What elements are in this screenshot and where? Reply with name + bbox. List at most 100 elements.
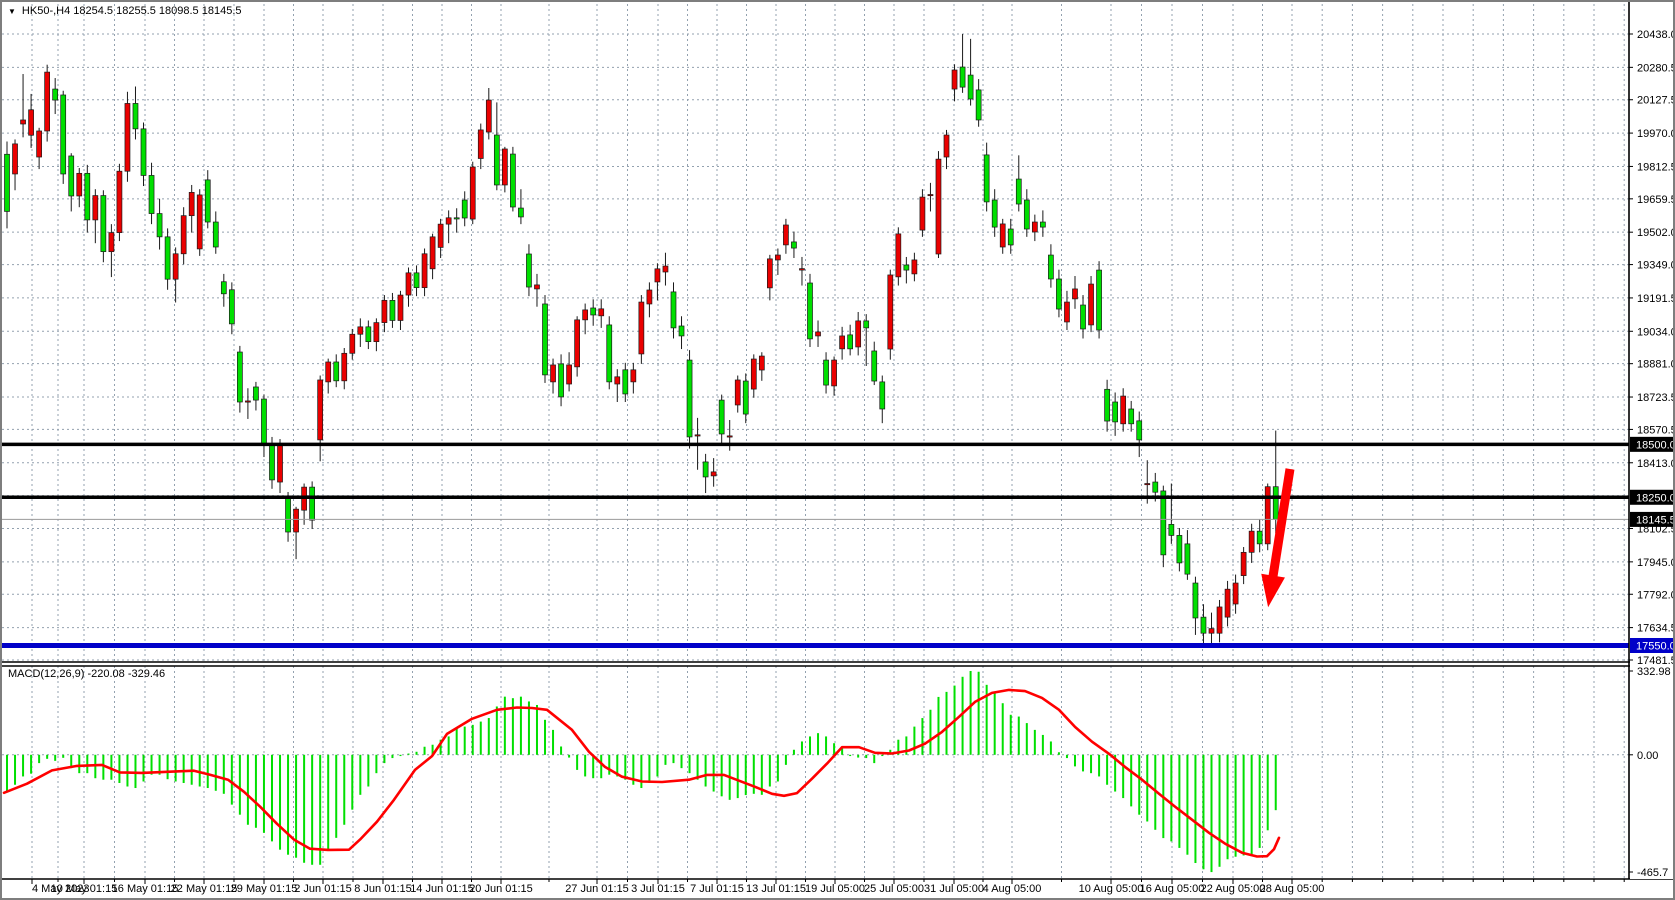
up-candle xyxy=(534,285,539,289)
up-candle xyxy=(575,320,580,367)
macd-histogram-bar xyxy=(970,671,972,755)
macd-histogram-bar xyxy=(335,755,337,838)
symbol-dropdown-icon[interactable]: ▼ xyxy=(8,7,16,16)
macd-histogram-bar xyxy=(1082,755,1084,772)
up-candle xyxy=(430,237,435,269)
down-candle xyxy=(53,89,58,100)
up-candle xyxy=(1064,302,1069,322)
price-scale-label: 18723.5 xyxy=(1637,392,1675,404)
macd-histogram-bar xyxy=(488,718,490,755)
price-scale[interactable]: 20438.020280.520127.519970.019812.519659… xyxy=(1629,2,1675,879)
up-candle xyxy=(1225,589,1230,617)
up-candle xyxy=(406,273,411,295)
up-candle xyxy=(21,120,26,124)
macd-histogram-bar xyxy=(1058,752,1060,755)
price-scale-label: 18881.0 xyxy=(1637,359,1675,371)
up-candle xyxy=(1233,583,1238,604)
macd-histogram-bar xyxy=(865,755,867,758)
up-candle xyxy=(245,401,250,402)
date-label: 2 Jun 01:15 xyxy=(294,883,352,895)
up-candle xyxy=(350,334,355,353)
price-scale-label: 19191.5 xyxy=(1637,293,1675,305)
up-candle xyxy=(615,377,620,384)
macd-histogram-bar xyxy=(408,754,410,755)
macd-histogram-bar xyxy=(568,755,570,758)
date-label: 13 Jul 01:15 xyxy=(746,883,806,895)
date-label: 29 May 01:15 xyxy=(231,883,298,895)
down-candle xyxy=(221,282,226,294)
macd-histogram-bar xyxy=(536,705,538,755)
macd-histogram-bar xyxy=(873,755,875,763)
down-candle xyxy=(808,283,813,339)
date-label: 10 May 01:15 xyxy=(51,883,118,895)
macd-histogram-bar xyxy=(6,755,8,793)
macd-histogram-bar xyxy=(143,755,145,782)
macd-scale-label: 332.98 xyxy=(1637,666,1671,678)
macd-histogram-bar xyxy=(544,720,546,755)
time-scale[interactable]: 4 May 202310 May 01:1516 May 01:1522 May… xyxy=(32,879,1624,895)
down-candle xyxy=(1040,222,1045,227)
down-candle xyxy=(229,290,234,324)
price-scale-label: 18413.0 xyxy=(1637,458,1675,470)
candlestick-chart[interactable]: 20438.020280.520127.519970.019812.519659… xyxy=(2,2,1675,900)
macd-histogram-bar xyxy=(167,755,169,779)
down-candle xyxy=(253,387,258,400)
macd-histogram-bar xyxy=(978,672,980,755)
up-candle xyxy=(631,370,636,382)
macd-histogram-bar xyxy=(279,755,281,850)
macd-histogram-bar xyxy=(215,755,217,791)
macd-histogram-bar xyxy=(1170,755,1172,842)
down-candle xyxy=(286,497,291,532)
up-candle xyxy=(13,144,18,174)
hline-objects[interactable] xyxy=(2,444,1629,645)
sell-arrow[interactable] xyxy=(1256,467,1302,609)
down-candle xyxy=(1129,409,1134,424)
macd-histogram-bar xyxy=(1267,755,1269,830)
up-candle xyxy=(117,171,122,232)
macd-histogram-bar xyxy=(592,755,594,778)
macd-histogram-bar xyxy=(343,755,345,825)
up-candle xyxy=(438,224,443,247)
macd-histogram-bar xyxy=(1194,755,1196,863)
down-candle xyxy=(743,381,748,414)
macd-histogram-bar xyxy=(801,741,803,754)
macd-histogram-bar xyxy=(359,755,361,795)
macd-histogram-bar xyxy=(1026,723,1028,755)
macd-histogram-bar xyxy=(367,755,369,787)
down-candle xyxy=(1201,617,1206,633)
down-candle xyxy=(1097,270,1102,330)
up-candle xyxy=(77,173,82,196)
up-candle xyxy=(109,233,114,252)
macd-histogram-bar xyxy=(1251,755,1253,855)
down-candle xyxy=(101,196,106,252)
up-candle xyxy=(29,110,34,135)
up-candle xyxy=(37,131,42,157)
macd-histogram-bar xyxy=(520,697,522,755)
macd-pane[interactable] xyxy=(4,671,1279,872)
macd-histogram-bar xyxy=(528,701,530,754)
macd-histogram-bar xyxy=(94,755,96,778)
price-scale-label: 18570.5 xyxy=(1637,424,1675,436)
macd-histogram-bar xyxy=(134,755,136,788)
price-scale-label: 19349.0 xyxy=(1637,260,1675,272)
up-candle xyxy=(647,290,652,304)
macd-histogram-bar xyxy=(1122,755,1124,798)
up-candle xyxy=(896,234,901,277)
up-candle xyxy=(1241,552,1246,575)
up-candle xyxy=(888,275,893,349)
up-candle xyxy=(294,509,299,532)
down-candle xyxy=(824,360,829,385)
down-candle xyxy=(205,180,210,222)
macd-histogram-bar xyxy=(1178,755,1180,848)
macd-histogram-bar xyxy=(769,755,771,787)
macd-histogram-bar xyxy=(849,755,851,756)
up-candle xyxy=(551,365,556,382)
macd-histogram-bar xyxy=(255,755,257,828)
down-candle xyxy=(687,360,692,437)
down-candle xyxy=(5,154,10,211)
down-candle xyxy=(671,292,676,328)
down-candle xyxy=(1177,535,1182,563)
price-badge-text: 18250.0 xyxy=(1636,492,1675,504)
down-candle xyxy=(791,242,796,248)
macd-histogram-bar xyxy=(1090,755,1092,773)
